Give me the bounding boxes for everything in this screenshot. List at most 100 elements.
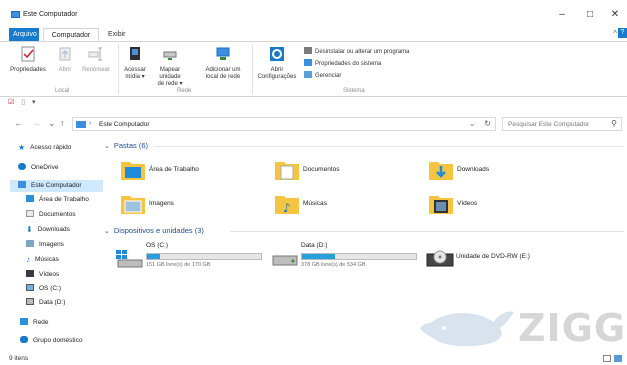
chevron-down-icon: ⌄ — [104, 228, 110, 235]
pictures-folder-icon — [121, 196, 145, 214]
quick-access-toolbar: ☑ ▯ ▾ — [8, 98, 41, 110]
nav-item-downloads[interactable]: ⬇ Downloads — [26, 224, 70, 236]
group-separator — [252, 44, 253, 94]
tab-view[interactable]: Exibir — [104, 28, 130, 41]
videos-folder-icon — [429, 196, 453, 214]
open-icon — [59, 47, 71, 61]
folder-desktop[interactable]: Área de Trabalho — [120, 158, 250, 188]
refresh-button[interactable]: ↻ — [484, 119, 491, 128]
map-drive-label-1: Mapear unidade — [159, 67, 181, 80]
svg-text:♪: ♪ — [283, 201, 291, 215]
folder-music[interactable]: ♪ Músicas — [274, 192, 404, 222]
hard-drive-icon — [272, 255, 298, 266]
nav-item-drive-d[interactable]: Data (D:) — [26, 297, 65, 309]
group-label-system: Sistema — [343, 88, 365, 94]
nav-item-drive-c[interactable]: OS (C:) — [26, 283, 61, 295]
map-drive-button[interactable]: Mapear unidade de rede ▾ — [150, 46, 190, 88]
large-icons-view-button[interactable] — [614, 355, 622, 362]
manage-button[interactable]: Gerenciar — [304, 71, 341, 80]
minimize-button[interactable]: – — [552, 8, 572, 22]
nav-item-desktop[interactable]: Área de Trabalho — [26, 194, 89, 206]
nav-item-this-pc[interactable]: Este Computador — [10, 180, 103, 192]
nav-item-pictures[interactable]: Imagens — [26, 239, 64, 251]
nav-item-network[interactable]: Rede — [20, 317, 49, 329]
breadcrumb-separator: › — [89, 120, 92, 127]
drive-dvd[interactable]: Unidade de DVD-RW (E:) — [426, 242, 616, 272]
group-label-network: Rede — [177, 88, 192, 94]
window-title: Este Computador — [23, 11, 78, 18]
desktop-folder-icon — [121, 162, 145, 180]
downloads-folder-icon — [429, 162, 453, 180]
drive-d-usage-bar — [301, 253, 417, 260]
tab-computer[interactable]: Computador — [43, 28, 99, 41]
nav-item-videos[interactable]: Vídeos — [26, 269, 59, 281]
rename-button[interactable]: Renomear — [80, 46, 112, 74]
details-view-button[interactable] — [603, 355, 611, 362]
properties-button[interactable]: Propriedades — [8, 46, 48, 74]
nav-item-music[interactable]: ♪ Músicas — [26, 254, 59, 266]
address-dropdown-button[interactable]: ⌄ — [469, 120, 475, 128]
properties-quick-icon[interactable]: ☑ — [8, 98, 14, 106]
access-media-button[interactable]: Acessar mídia ▾ — [120, 46, 150, 81]
search-icon: ⚲ — [611, 119, 617, 128]
folders-group-header[interactable]: ⌄ Pastas (6) — [104, 140, 148, 152]
up-button[interactable]: ↑ — [60, 118, 65, 128]
whale-icon — [420, 311, 514, 347]
dvd-drive-icon — [426, 250, 454, 267]
desktop-icon — [26, 195, 34, 202]
nav-item-documents[interactable]: Documentos — [26, 209, 76, 221]
ribbon: Propriedades Abrir Renomear Local Acessa… — [0, 41, 627, 97]
new-folder-quick-icon[interactable]: ▯ — [21, 98, 25, 106]
properties-icon — [21, 46, 35, 62]
address-bar[interactable]: › Este Computador ⌄ ↻ — [72, 117, 496, 131]
chevron-down-icon: ⌄ — [104, 143, 110, 150]
search-input[interactable]: Pesquisar Este Computador ⚲ — [502, 117, 622, 131]
drive-icon — [26, 284, 34, 291]
search-placeholder: Pesquisar Este Computador — [508, 121, 590, 128]
rename-label: Renomear — [81, 67, 110, 73]
open-settings-button[interactable]: Abrir Configurações — [254, 46, 300, 81]
nav-item-quick-access[interactable]: ★ Acesso rápido — [18, 142, 102, 154]
access-media-label-1: Acessar — [124, 67, 146, 73]
tab-file[interactable]: Arquivo — [9, 28, 39, 41]
drive-c[interactable]: OS (C:) 151 GB livre(s) de 170 GB — [116, 242, 276, 272]
add-location-label-2: local de rede — [205, 74, 241, 80]
help-button[interactable]: ? — [618, 28, 627, 38]
drive-icon — [26, 298, 34, 305]
open-button[interactable]: Abrir — [54, 46, 76, 74]
windows-drive-icon — [116, 250, 143, 268]
download-icon: ⬇ — [26, 225, 33, 234]
computer-icon — [76, 121, 86, 128]
uninstall-icon — [304, 47, 312, 54]
folder-pictures[interactable]: Imagens — [120, 192, 250, 222]
close-button[interactable]: ✕ — [605, 8, 625, 22]
recent-locations-button[interactable]: ⌄ — [48, 118, 56, 129]
add-network-location-button[interactable]: Adicionar um local de rede — [200, 46, 246, 81]
ribbon-tabs: Arquivo Computador Exibir — [0, 28, 627, 42]
maximize-button[interactable]: □ — [580, 8, 600, 22]
back-button[interactable]: ← — [14, 118, 23, 128]
rename-icon — [88, 47, 102, 61]
drive-d[interactable]: Data (D:) 378 GB livre(s) de 534 GB — [271, 242, 431, 272]
document-icon — [26, 210, 34, 217]
folder-documents[interactable]: Documentos — [274, 158, 404, 188]
title-bar: Este Computador – □ ✕ — [0, 0, 627, 26]
folder-downloads[interactable]: Downloads — [428, 158, 558, 188]
customize-quick-icon[interactable]: ▾ — [32, 98, 36, 106]
drive-c-usage-bar — [146, 253, 262, 260]
breadcrumb[interactable]: Este Computador — [99, 121, 150, 128]
system-properties-button[interactable]: Propriedades do sistema — [304, 59, 381, 68]
system-properties-icon — [304, 59, 312, 66]
map-drive-label-2: de rede ▾ — [157, 81, 183, 87]
network-drive-icon — [163, 51, 177, 60]
forward-button[interactable]: → — [32, 118, 41, 128]
ribbon-collapse-button[interactable]: ^ — [613, 29, 617, 38]
nav-item-onedrive[interactable]: OneDrive — [18, 162, 102, 174]
computer-icon — [18, 181, 26, 188]
uninstall-program-button[interactable]: Desinstalar ou alterar um programa — [304, 47, 409, 56]
music-icon: ♪ — [26, 255, 30, 264]
folder-videos[interactable]: Vídeos — [428, 192, 558, 222]
nav-item-homegroup[interactable]: Grupo doméstico — [20, 335, 83, 347]
drives-group-header[interactable]: ⌄ Dispositivos e unidades (3) — [104, 225, 204, 237]
music-folder-icon: ♪ — [275, 196, 299, 215]
